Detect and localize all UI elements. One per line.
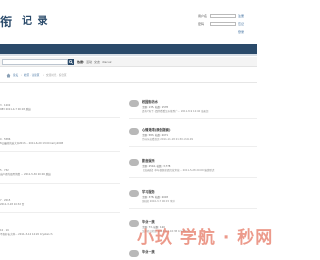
home-icon[interactable] [6, 73, 11, 78]
search-button[interactable] [68, 59, 74, 65]
login-box: 用户名 注册 密码 忘记 登录 [198, 13, 257, 37]
username-row: 用户名 注册 [198, 13, 257, 19]
site-logo-text[interactable]: 记 录 [22, 15, 48, 29]
forum-last-post[interactable]: 为什么抗看首页 2011-11-18 21:30 ohdi.09 [142, 138, 193, 142]
login-button[interactable]: 登录 [238, 29, 244, 35]
breadcrumb-separator: › [43, 74, 45, 77]
row-divider [0, 117, 120, 118]
register-link[interactable]: 注册 [238, 13, 244, 19]
username-field[interactable] [210, 14, 236, 18]
left-forum-last-post[interactable]: 8公最终的选大众2013... 2011-6-29 13:00 kerry200… [0, 142, 63, 146]
forum-title[interactable]: 影音娱乐 [142, 159, 155, 164]
row-divider [129, 118, 257, 119]
site-logo-mark[interactable]: 衔 [0, 14, 20, 30]
row-divider [129, 177, 257, 178]
row-divider [0, 151, 120, 152]
breadcrumb-item[interactable]: 社区 · 讨论区 [24, 73, 39, 78]
username-label: 用户名 [198, 14, 208, 18]
page-header: 衔 记 录 用户名 注册 密码 忘记 登录 [0, 0, 257, 44]
left-forum-last-post[interactable]: 出产者的使用消费 ... 2011-5-30 20:00 脱缺 [0, 173, 51, 177]
forgot-link[interactable]: 忘记 [238, 21, 244, 27]
main-nav-bar [0, 44, 257, 54]
breadcrumb-separator: › [21, 74, 23, 77]
password-label: 密码 [198, 22, 205, 26]
forum-last-post[interactable]: 【高画质】中年视频全面完就复就... 2011-5-28 20:09 脑袋壁虎 [142, 169, 214, 173]
hot-search-item[interactable]: discuz [102, 59, 111, 65]
forum-status-icon [129, 100, 139, 107]
breadcrumb-current: 交流时光 · 综合区 [46, 74, 67, 77]
forum-status-icon [129, 190, 139, 197]
row-divider [0, 212, 120, 213]
hot-search-item[interactable]: 活动 [86, 59, 92, 65]
forum-last-post[interactable]: [原创] 2010-3-7 00:15 李洋 [142, 200, 175, 204]
forum-last-post[interactable]: 还有7天了, 四所看看怎么能到广... 2011-8-9 12:40 海无涯 [142, 110, 209, 114]
section-divider [0, 82, 257, 83]
row-divider [129, 146, 257, 147]
login-row: 登录 [198, 29, 257, 35]
row-divider [129, 208, 257, 209]
search-icon [69, 60, 73, 64]
password-field[interactable] [210, 22, 236, 26]
left-forum-last-post[interactable]: 不喜好长大体... 2011-3-14 14:20 Crystal.ch [0, 233, 52, 237]
forum-status-icon [129, 250, 139, 257]
left-forum-last-post[interactable]: 983 2011-4-7 00:18 脱缺 [0, 108, 31, 112]
row-divider [0, 183, 120, 184]
search-input[interactable] [2, 59, 68, 65]
breadcrumb-item[interactable]: 论坛 [13, 73, 18, 78]
forum-status-icon [129, 159, 139, 166]
search-bar: 热搜: 活动 交友 discuz [0, 57, 257, 67]
nav-divider [0, 54, 257, 56]
hot-search-label: 热搜: [77, 60, 85, 64]
forum-status-icon [129, 128, 139, 135]
hot-search-item[interactable]: 交友 [94, 59, 100, 65]
left-forum-last-post[interactable]: 2011-3-18 10:32 百 [0, 203, 24, 207]
forum-title[interactable]: 学习服务 [142, 190, 155, 195]
forum-title[interactable]: 校园街坊水 [142, 100, 158, 105]
watermark-text: 小玖 学航 · 秒网 [137, 228, 274, 248]
password-row: 密码 忘记 [198, 21, 257, 27]
forum-title[interactable]: 心情港湾(原创版面) [142, 128, 170, 133]
